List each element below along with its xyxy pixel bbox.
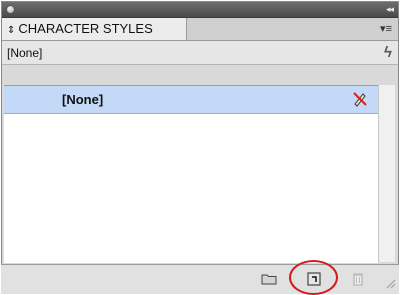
styles-list[interactable]: [None] [4, 85, 378, 263]
bottom-toolbar [1, 264, 399, 294]
close-icon[interactable] [6, 5, 15, 14]
list-item-label: [None] [62, 92, 104, 107]
panel-titlebar: ◂◂ [2, 2, 398, 18]
current-style-row: [None] ϟ [2, 41, 398, 65]
lightning-icon[interactable]: ϟ [384, 41, 392, 65]
scrollbar[interactable] [378, 85, 395, 262]
double-chevron-icon[interactable]: ◂◂ [386, 2, 394, 17]
list-item[interactable]: [None] [4, 86, 378, 114]
folder-icon[interactable] [261, 271, 277, 287]
tab-row: ⇕ CHARACTER STYLES ▾≡ [2, 18, 398, 41]
no-edit-pencil-icon [353, 92, 367, 107]
current-style-label: [None] [7, 46, 43, 60]
panel-menu-icon[interactable]: ▾≡ [380, 22, 392, 35]
trash-icon[interactable] [350, 271, 366, 287]
highlight-annotation-circle [289, 260, 338, 295]
sort-arrows-icon: ⇕ [7, 25, 16, 36]
tab-label: CHARACTER STYLES [18, 21, 153, 36]
resize-grip-icon[interactable] [384, 277, 396, 289]
tab-character-styles[interactable]: ⇕ CHARACTER STYLES [2, 18, 187, 40]
